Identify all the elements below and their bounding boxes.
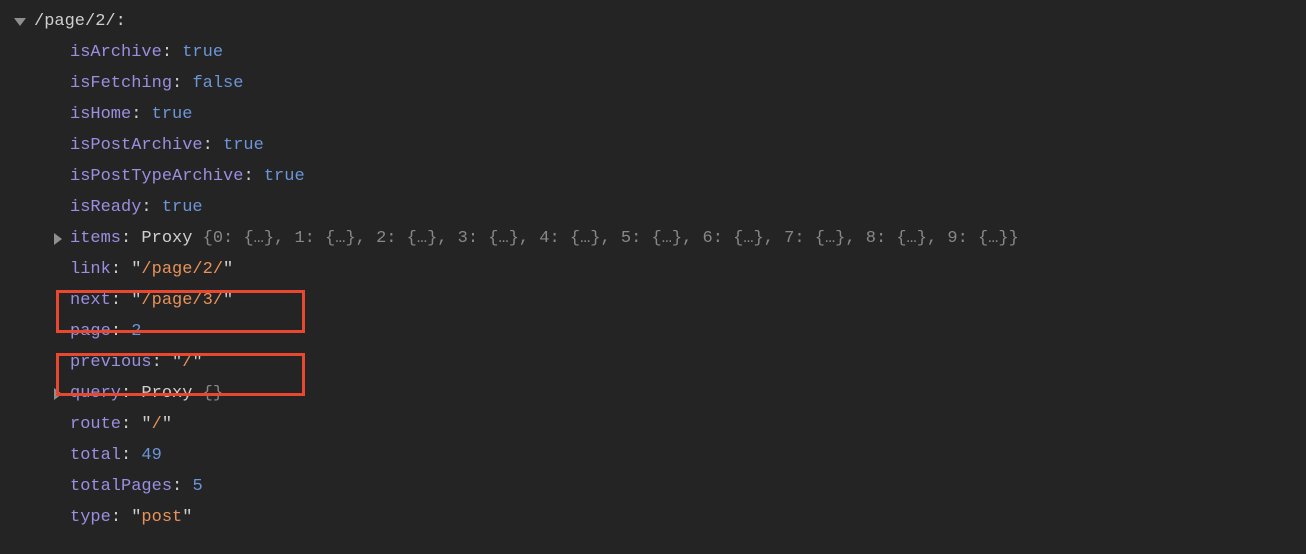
prop-page[interactable]: page: 2 [70, 316, 1306, 347]
chevron-down-icon[interactable] [14, 18, 26, 26]
root-path: /page/2/ [34, 12, 116, 31]
tree-children: isArchive: true isFetching: false isHome… [70, 37, 1306, 533]
prop-total[interactable]: total: 49 [70, 440, 1306, 471]
chevron-right-icon[interactable] [54, 388, 62, 400]
prop-isArchive[interactable]: isArchive: true [70, 37, 1306, 68]
prop-query[interactable]: query: Proxy {} [70, 378, 1306, 409]
tree-node-root[interactable]: /page/2/: [34, 6, 1306, 37]
prop-isReady[interactable]: isReady: true [70, 192, 1306, 223]
prop-isPostArchive[interactable]: isPostArchive: true [70, 130, 1306, 161]
prop-link[interactable]: link: "/page/2/" [70, 254, 1306, 285]
object-tree-root: /page/2/: isArchive: true isFetching: fa… [0, 0, 1306, 533]
prop-route[interactable]: route: "/" [70, 409, 1306, 440]
prop-isHome[interactable]: isHome: true [70, 99, 1306, 130]
prop-previous[interactable]: previous: "/" [70, 347, 1306, 378]
prop-items[interactable]: items: Proxy {0: {…}, 1: {…}, 2: {…}, 3:… [70, 223, 1306, 254]
prop-type[interactable]: type: "post" [70, 502, 1306, 533]
prop-totalPages[interactable]: totalPages: 5 [70, 471, 1306, 502]
prop-isFetching[interactable]: isFetching: false [70, 68, 1306, 99]
prop-isPostTypeArchive[interactable]: isPostTypeArchive: true [70, 161, 1306, 192]
chevron-right-icon[interactable] [54, 233, 62, 245]
prop-next[interactable]: next: "/page/3/" [70, 285, 1306, 316]
